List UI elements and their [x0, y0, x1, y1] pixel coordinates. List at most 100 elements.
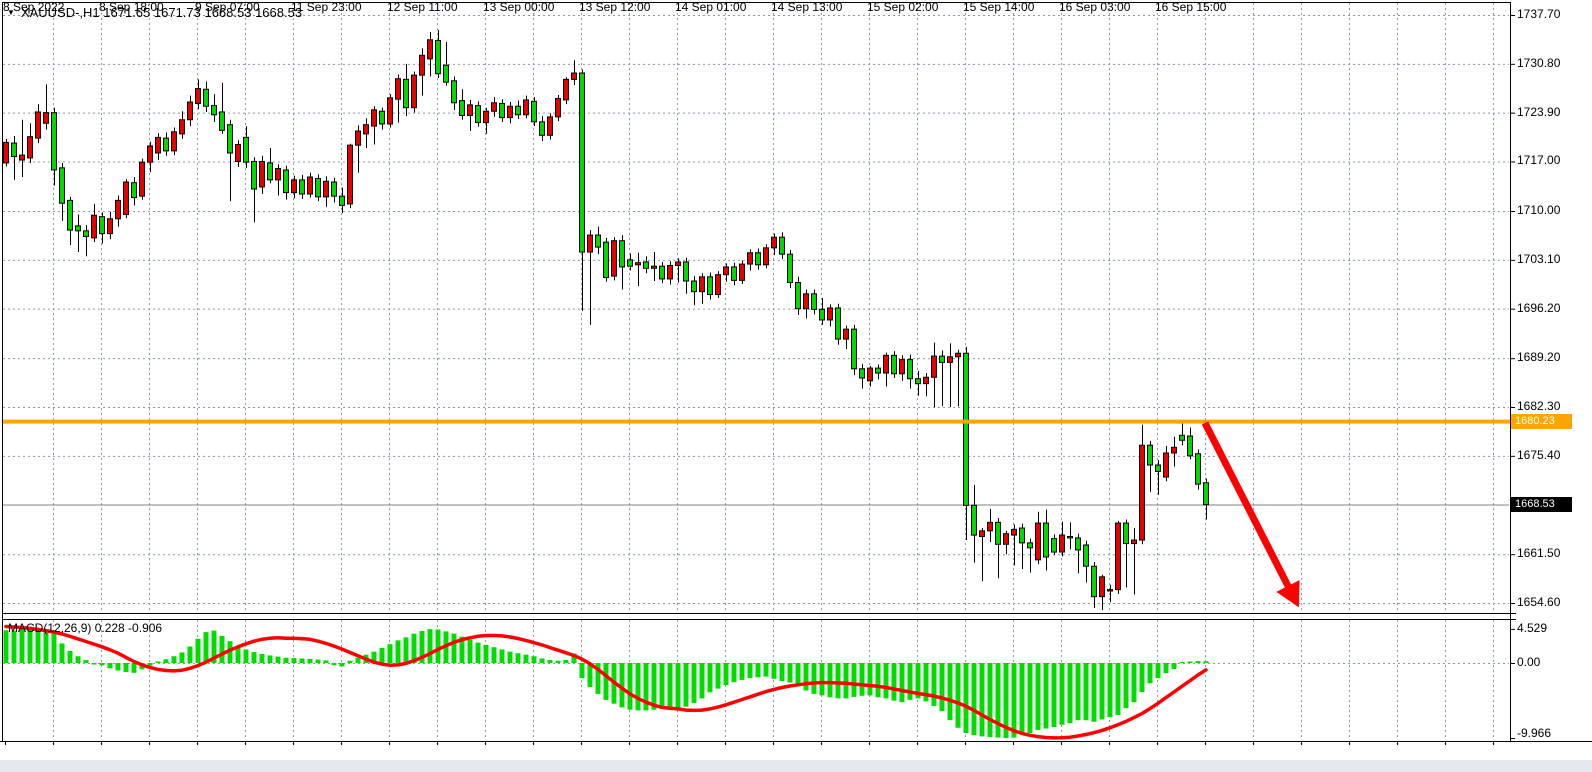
- candle-body: [76, 226, 81, 231]
- candle-body: [636, 263, 641, 265]
- macd-histogram-bar: [284, 658, 289, 663]
- candle-body: [1124, 523, 1129, 544]
- macd-histogram-bar: [1060, 663, 1065, 725]
- candle-body: [676, 262, 681, 266]
- candle-body: [172, 132, 177, 151]
- macd-axis-label: -9.966: [1517, 726, 1551, 740]
- macd-histogram-bar: [1076, 663, 1081, 720]
- macd-histogram-bar: [292, 658, 297, 663]
- macd-histogram-bar: [708, 663, 713, 692]
- macd-histogram-bar: [716, 663, 721, 689]
- candle-body: [196, 89, 201, 104]
- candle-body: [1132, 540, 1137, 544]
- macd-histogram-bar: [892, 663, 897, 701]
- macd-histogram-bar: [1196, 661, 1201, 663]
- candle-body: [708, 277, 713, 295]
- candle-body: [100, 217, 105, 234]
- macd-histogram-bar: [60, 643, 65, 663]
- macd-histogram-bar: [548, 660, 553, 663]
- macd-histogram-bar: [116, 663, 121, 671]
- macd-histogram-bar: [44, 631, 49, 663]
- candle-body: [180, 120, 185, 134]
- macd-histogram-bar: [828, 663, 833, 697]
- candle-body: [484, 111, 489, 122]
- macd-histogram-bar: [980, 663, 985, 736]
- macd-histogram-bar: [532, 656, 537, 663]
- macd-histogram-bar: [68, 651, 73, 663]
- macd-histogram-bar: [1044, 663, 1049, 729]
- candle-body: [964, 353, 969, 505]
- candle-body: [36, 112, 41, 138]
- price-axis-label: 1689.20: [1517, 350, 1560, 364]
- candle-body: [820, 309, 825, 320]
- macd-histogram-bar: [660, 663, 665, 709]
- macd-histogram-bar: [52, 630, 57, 663]
- candle-body: [276, 169, 281, 180]
- price-axis-label: 1696.20: [1517, 301, 1560, 315]
- macd-histogram-bar: [388, 644, 393, 663]
- candle-body: [732, 267, 737, 280]
- candle-body: [548, 117, 553, 135]
- candle-body: [364, 125, 369, 134]
- candle-body: [212, 106, 217, 115]
- macd-histogram-bar: [164, 659, 169, 663]
- macd-histogram-bar: [684, 663, 689, 707]
- macd-histogram-bar: [92, 663, 97, 665]
- macd-histogram-bar: [1140, 663, 1145, 692]
- macd-histogram-bar: [564, 660, 569, 663]
- macd-histogram-bar: [988, 663, 993, 737]
- macd-histogram-bar: [252, 652, 257, 663]
- candle-body: [740, 264, 745, 280]
- macd-histogram-bar: [940, 663, 945, 711]
- candle-body: [868, 368, 873, 381]
- candle-body: [756, 253, 761, 265]
- candle-body: [532, 101, 537, 122]
- macd-histogram-bar: [668, 663, 673, 709]
- candle-body: [1020, 528, 1025, 543]
- candle-body: [52, 113, 57, 170]
- macd-histogram-bar: [884, 663, 889, 698]
- macd-histogram-bar: [1108, 663, 1113, 717]
- macd-histogram-bar: [676, 663, 681, 708]
- macd-histogram-bar: [764, 663, 769, 677]
- time-axis-label: 13 Sep 00:00: [483, 0, 554, 14]
- macd-histogram-bar: [356, 658, 361, 663]
- candle-body: [1068, 537, 1073, 538]
- candle-body: [116, 200, 121, 218]
- time-axis-label: 11 Sep 23:00: [291, 0, 362, 14]
- candle-body: [516, 106, 521, 114]
- candle-body: [924, 377, 929, 383]
- macd-histogram-bar: [100, 663, 105, 665]
- candle-body: [804, 294, 809, 309]
- candle-body: [660, 266, 665, 279]
- candle-body: [788, 254, 793, 282]
- time-axis-label: 16 Sep 15:00: [1155, 0, 1226, 14]
- candle-body: [244, 137, 249, 162]
- macd-histogram-bar: [220, 636, 225, 663]
- candle-body: [396, 79, 401, 100]
- candle-body: [1108, 590, 1113, 591]
- macd-histogram-bar: [12, 631, 17, 663]
- candle-body: [324, 181, 329, 197]
- candle-body: [1148, 445, 1153, 465]
- candle-body: [604, 242, 609, 277]
- macd-histogram-bar: [276, 657, 281, 663]
- macd-histogram-bar: [1084, 663, 1089, 720]
- candle: [4, 139, 9, 167]
- candle-body: [580, 73, 585, 252]
- macd-histogram-bar: [788, 663, 793, 683]
- price-axis-label: 1654.60: [1517, 595, 1560, 609]
- macd-histogram-bar: [172, 656, 177, 663]
- candle: [476, 101, 481, 126]
- macd-histogram-bar: [580, 663, 585, 678]
- candle-body: [420, 55, 425, 75]
- macd-histogram-bar: [396, 640, 401, 663]
- chart-canvas[interactable]: [0, 0, 1592, 772]
- macd-histogram-bar: [1036, 663, 1041, 730]
- candle: [612, 237, 617, 280]
- candle-body: [1028, 543, 1033, 548]
- candle-body: [1092, 566, 1097, 596]
- candle-body: [620, 241, 625, 267]
- candle-body: [764, 248, 769, 265]
- candle-body: [1140, 445, 1145, 540]
